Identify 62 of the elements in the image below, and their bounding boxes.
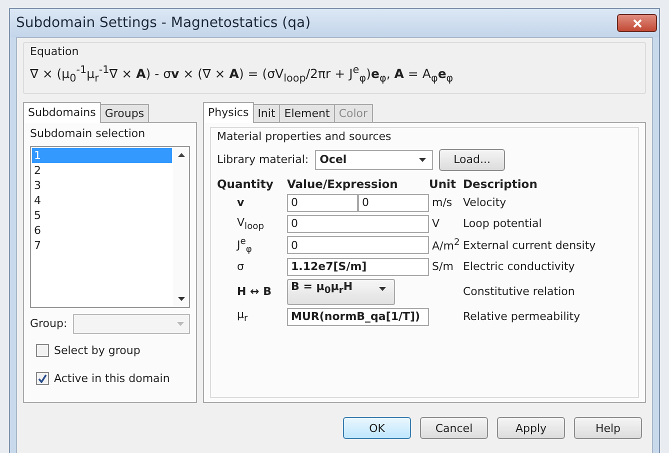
- equation-formula: ∇ × (μ$_{0}$$^{-1}$μ$_{r}$$^{-1}$∇ × A) - σv × (∇ × A) = (σV$_{loop}$/2πr + J$^{e}$$_{φ}$)e$_{φ}$, A = A$_{φ}$e$_{φ}$: [30, 64, 454, 85]
- quantity-symbol: H ↔ B: [236, 285, 272, 298]
- column-header: Value/Expression: [287, 176, 399, 191]
- list-item[interactable]: 6: [32, 222, 172, 238]
- quantity-symbol: μ$_{r}$: [236, 308, 249, 325]
- field-label: Library material:: [217, 153, 309, 166]
- value-field[interactable]: 0: [287, 194, 358, 212]
- checkbox-label: Select by group: [54, 344, 140, 358]
- quantity-symbol: σ: [236, 260, 245, 273]
- checkbox-label: Active in this domain: [54, 372, 170, 386]
- column-header: Unit: [429, 176, 457, 191]
- description-label: Electric conductivity: [463, 260, 576, 273]
- scroll-down-icon: [178, 296, 184, 301]
- group-label: Material properties and sources: [217, 130, 392, 143]
- caret-icon: [177, 322, 184, 326]
- list-item[interactable]: 4: [32, 192, 172, 208]
- close-button[interactable]: [617, 14, 657, 32]
- column-header: Description: [463, 176, 538, 191]
- tab[interactable]: Groups: [100, 104, 150, 122]
- close-icon: [632, 18, 642, 28]
- relation-dropdown[interactable]: B = μ$_{0}$μ$_{r}$H: [287, 278, 395, 304]
- list-item[interactable]: 2: [32, 162, 172, 178]
- dialog-button[interactable]: Apply: [497, 417, 565, 439]
- load-button[interactable]: Load...: [438, 148, 506, 171]
- tab[interactable]: Physics: [203, 102, 254, 123]
- checkmark-icon: [38, 374, 47, 384]
- list-item[interactable]: 3: [32, 178, 172, 193]
- dialog-button[interactable]: Cancel: [420, 417, 488, 439]
- quantity-symbol: v: [236, 196, 246, 210]
- unit-label: m/s: [431, 196, 454, 210]
- group-label: Group:: [30, 317, 68, 330]
- section-label: Subdomain selection: [30, 126, 146, 140]
- value-field[interactable]: 1.12e7[S/m]: [287, 258, 429, 276]
- value-field[interactable]: 0: [287, 214, 429, 233]
- list-item[interactable]: 7: [32, 238, 172, 253]
- group-label: Equation: [30, 45, 80, 58]
- unit-label: A/m$^{2}$: [431, 237, 461, 253]
- caret-icon: [379, 286, 386, 290]
- value-field[interactable]: MUR(normB_qa[1/T]): [287, 308, 429, 326]
- value-field[interactable]: 0: [358, 194, 429, 212]
- window-title: Subdomain Settings - Magnetostatics (qa): [16, 15, 311, 31]
- description-label: Relative permeability: [463, 310, 582, 323]
- quantity-symbol: V$_{loop}$: [236, 216, 266, 232]
- dialog-button[interactable]: Help: [574, 417, 642, 439]
- scrollbar[interactable]: [173, 146, 189, 307]
- material-dropdown[interactable]: Ocel: [314, 150, 433, 170]
- checkbox[interactable]: [36, 372, 49, 386]
- column-header: Quantity: [217, 176, 274, 191]
- caret-icon: [418, 158, 426, 162]
- unit-label: S/m: [431, 260, 454, 273]
- description-label: External current density: [463, 238, 597, 252]
- value-field[interactable]: 0: [287, 236, 429, 254]
- checkbox[interactable]: [36, 344, 49, 358]
- scroll-up-icon[interactable]: [178, 152, 184, 157]
- description-label: Velocity: [463, 196, 508, 210]
- tab[interactable]: Subdomains: [23, 102, 101, 123]
- dialog-button[interactable]: OK: [343, 417, 411, 439]
- list-item[interactable]: 5: [32, 208, 172, 223]
- tab[interactable]: Element: [279, 104, 335, 122]
- description-label: Constitutive relation: [463, 285, 576, 298]
- description-label: Loop potential: [463, 217, 543, 230]
- unit-label: V: [431, 217, 441, 230]
